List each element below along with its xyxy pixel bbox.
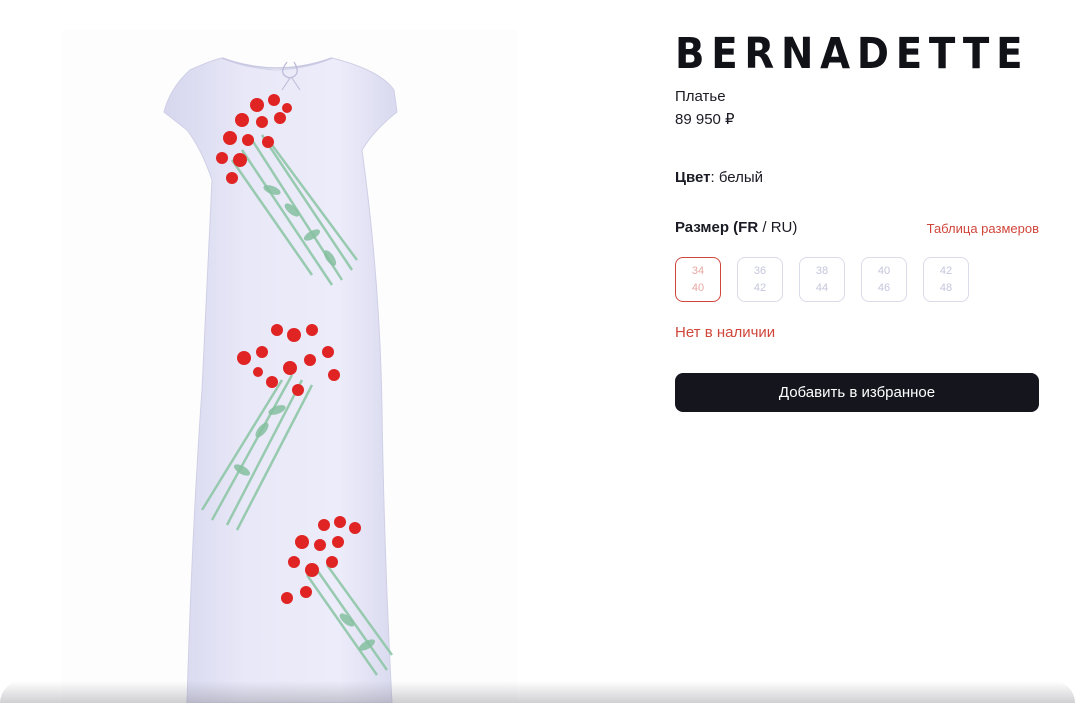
brand-name: BERNADETTE [675,29,1030,79]
add-to-favorites-button[interactable]: Добавить в избранное [675,373,1039,412]
size-ru: 40 [691,281,705,294]
size-header: Размер (FR / RU) Таблица размеров [675,219,1039,236]
size-option-40[interactable]: 40 46 [861,257,907,302]
size-option-42[interactable]: 42 48 [923,257,969,302]
color-label: Цвет [675,169,711,186]
size-fr: 36 [753,264,767,277]
size-label-rest: / RU) [758,219,798,236]
size-label: Размер (FR / RU) [675,219,797,236]
product-type: Платье [675,88,726,105]
size-selector: 34 40 36 42 38 44 40 46 42 48 [675,257,969,302]
product-page: BERNADETTE Платье 89 950 ₽ Цвет: белый Р… [0,0,1075,703]
size-option-38[interactable]: 38 44 [799,257,845,302]
size-ru: 42 [753,281,767,294]
size-option-36[interactable]: 36 42 [737,257,783,302]
size-chart-link[interactable]: Таблица размеров [927,221,1039,236]
dress-illustration [163,57,398,703]
size-fr: 42 [939,264,953,277]
bottom-sheet-edge [0,681,1075,703]
color-info: Цвет: белый [675,169,763,186]
product-price: 89 950 ₽ [675,111,735,128]
size-ru: 46 [877,281,891,294]
stock-status: Нет в наличии [675,324,776,341]
size-option-34[interactable]: 34 40 [675,257,721,302]
color-value: : белый [710,169,763,186]
size-fr: 34 [691,264,705,277]
product-photo[interactable] [62,30,517,703]
size-ru: 48 [939,281,953,294]
size-fr: 38 [815,264,829,277]
size-ru: 44 [815,281,829,294]
size-label-bold: Размер (FR [675,219,759,236]
size-fr: 40 [877,264,891,277]
